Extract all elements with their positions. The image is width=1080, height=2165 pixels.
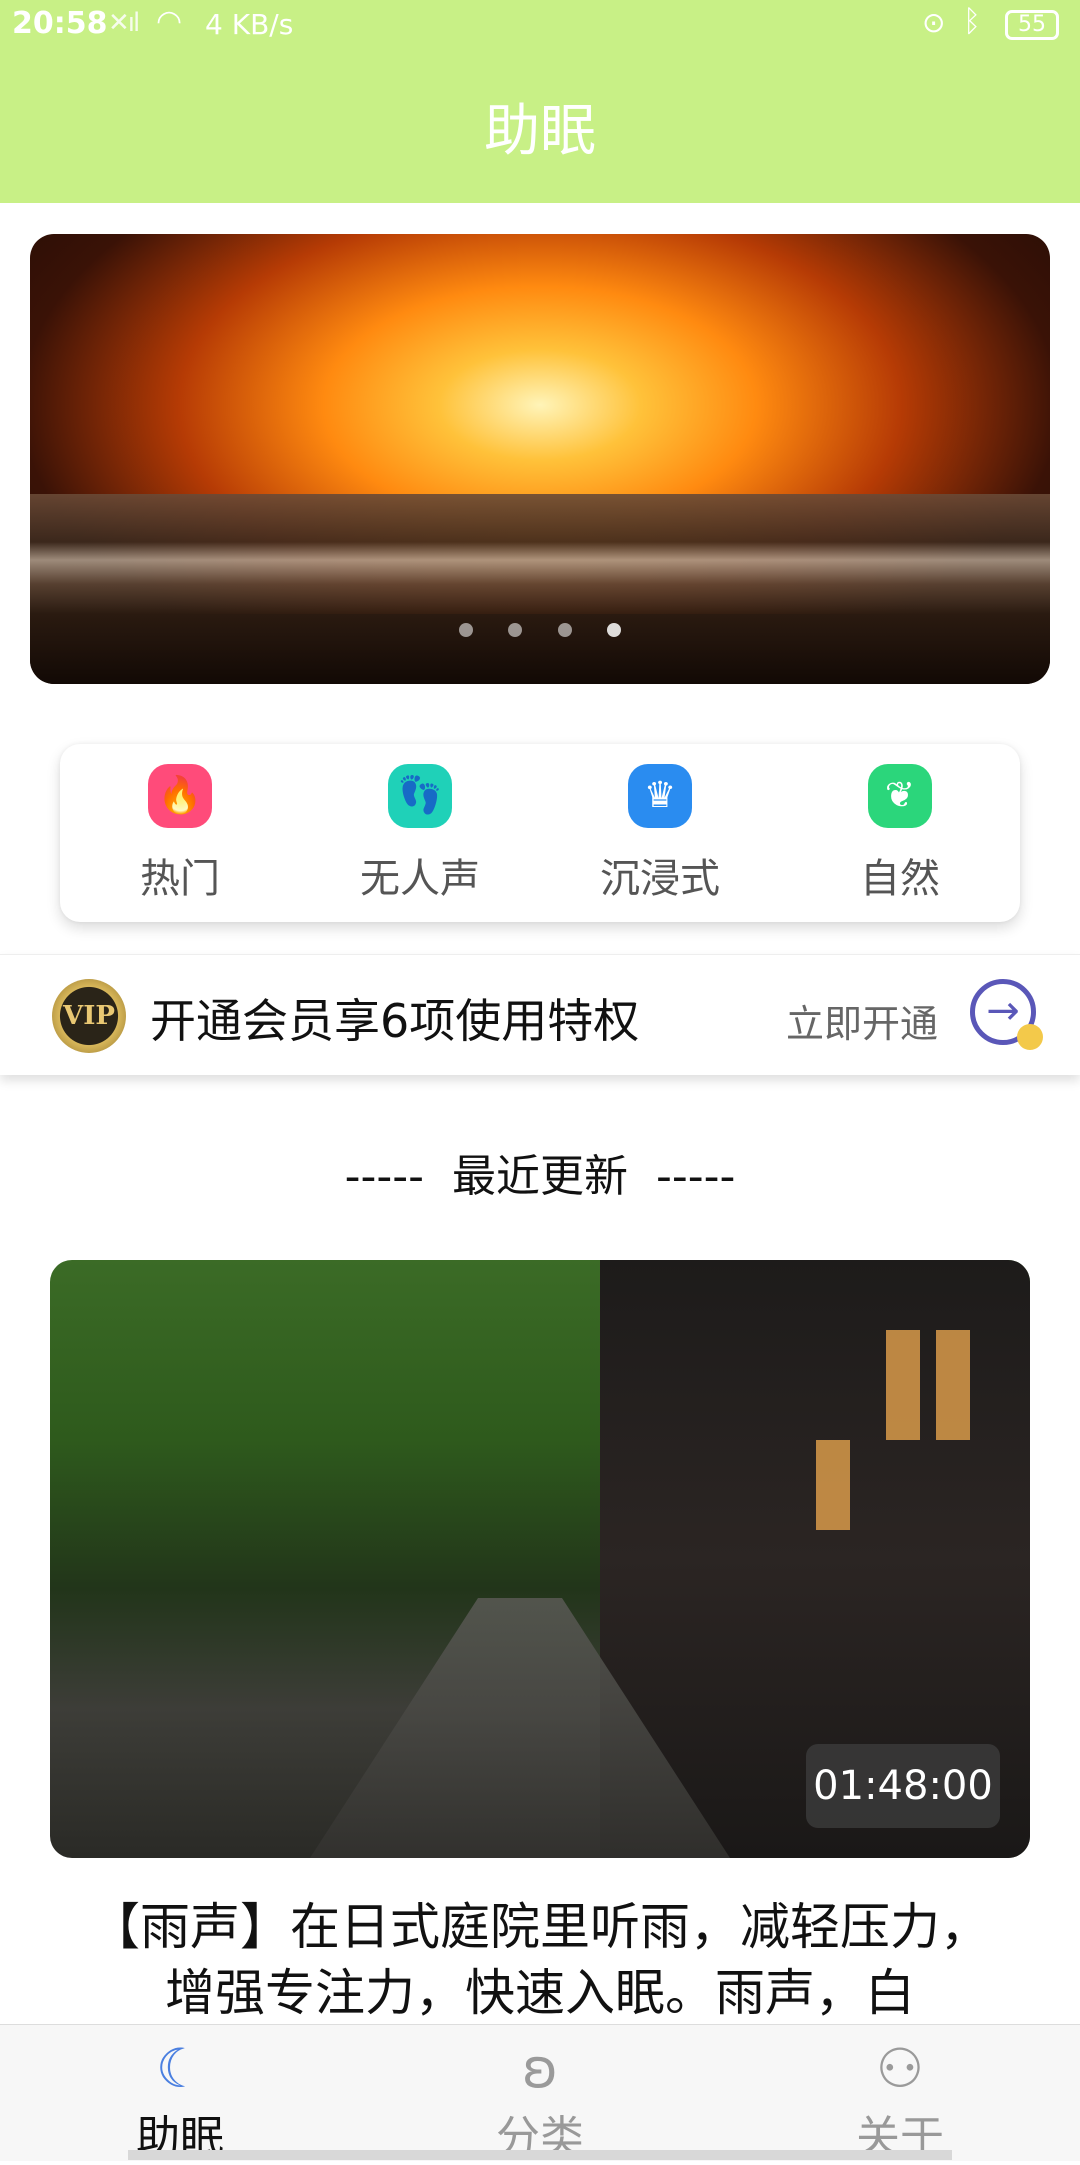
tab-sleep[interactable]: ☾ 助眠	[0, 2039, 360, 2165]
home-indicator	[128, 2150, 952, 2160]
leaf-icon: ❦	[868, 764, 932, 828]
category-nature[interactable]: ❦ 自然	[780, 764, 1020, 904]
carousel-dot[interactable]	[459, 623, 474, 637]
crown-icon: ♛	[628, 764, 692, 828]
bluetooth-icon: ᛒ	[963, 4, 981, 39]
vip-activate-link[interactable]: 立即开通	[786, 993, 938, 1048]
top-bar: 20:58 ✕ıl ◠ 4 KB/s ⊙ ᛒ 55 助眠	[0, 0, 1080, 203]
card-window-graphic	[886, 1330, 920, 1440]
carousel-dot[interactable]	[606, 623, 621, 637]
card-window-graphic	[936, 1330, 970, 1440]
signal-icon: ✕ıl	[108, 8, 140, 38]
category-label: 自然	[860, 856, 940, 902]
category-no-voice[interactable]: 👣 无人声	[300, 764, 540, 904]
category-label: 无人声	[360, 856, 480, 902]
tab-about[interactable]: ⚇ 关于	[720, 2039, 1080, 2165]
page-title: 助眠	[484, 99, 596, 164]
battery-icon: 55	[1005, 10, 1059, 40]
content-card-title[interactable]: 【雨声】在日式庭院里听雨，减轻压力，增强专注力，快速入眠。雨声，白	[70, 1894, 1010, 2026]
category-panel: 🔥 热门 👣 无人声 ♛ 沉浸式 ❦ 自然	[60, 744, 1020, 922]
carousel-dot[interactable]	[508, 623, 523, 637]
section-title-recent: ----- 最近更新 -----	[344, 1151, 736, 1202]
fire-icon: 🔥	[148, 764, 212, 828]
vip-promo-bar[interactable]: VIP 开通会员享6项使用特权 立即开通 →	[0, 954, 1080, 1075]
ear-icon: ʚ	[522, 2037, 558, 2100]
banner-carousel[interactable]	[30, 234, 1050, 684]
vip-promo-text: 开通会员享6项使用特权	[150, 994, 640, 1048]
duration-badge: 01:48:00	[806, 1744, 1000, 1828]
category-label: 沉浸式	[600, 856, 720, 902]
moon-sleep-icon: ☾	[155, 2037, 205, 2100]
banner-logs-graphic	[30, 494, 1050, 614]
status-time: 20:58	[12, 6, 108, 41]
network-speed: 4 KB/s	[205, 8, 294, 41]
category-label: 热门	[140, 856, 220, 902]
arrow-right-icon[interactable]: →	[970, 979, 1043, 1050]
tab-category[interactable]: ʚ 分类	[360, 2039, 720, 2165]
carousel-dot[interactable]	[557, 623, 572, 637]
status-bar: 20:58 ✕ıl ◠ 4 KB/s ⊙ ᛒ 55	[0, 0, 1080, 52]
content-card-image[interactable]: 01:48:00	[50, 1260, 1030, 1858]
lock-icon: ⊙	[922, 6, 946, 39]
arrow-accent-dot	[1017, 1024, 1043, 1050]
vip-badge-icon: VIP	[52, 979, 126, 1053]
category-hot[interactable]: 🔥 热门	[60, 764, 300, 904]
wifi-icon: ◠	[156, 4, 183, 39]
footprint-icon: 👣	[388, 764, 452, 828]
bottom-tab-bar: ☾ 助眠 ʚ 分类 ⚇ 关于	[0, 2024, 1080, 2163]
users-icon: ⚇	[875, 2037, 925, 2100]
category-immersive[interactable]: ♛ 沉浸式	[540, 764, 780, 904]
card-window-graphic	[816, 1440, 850, 1530]
carousel-dots	[30, 622, 1050, 641]
